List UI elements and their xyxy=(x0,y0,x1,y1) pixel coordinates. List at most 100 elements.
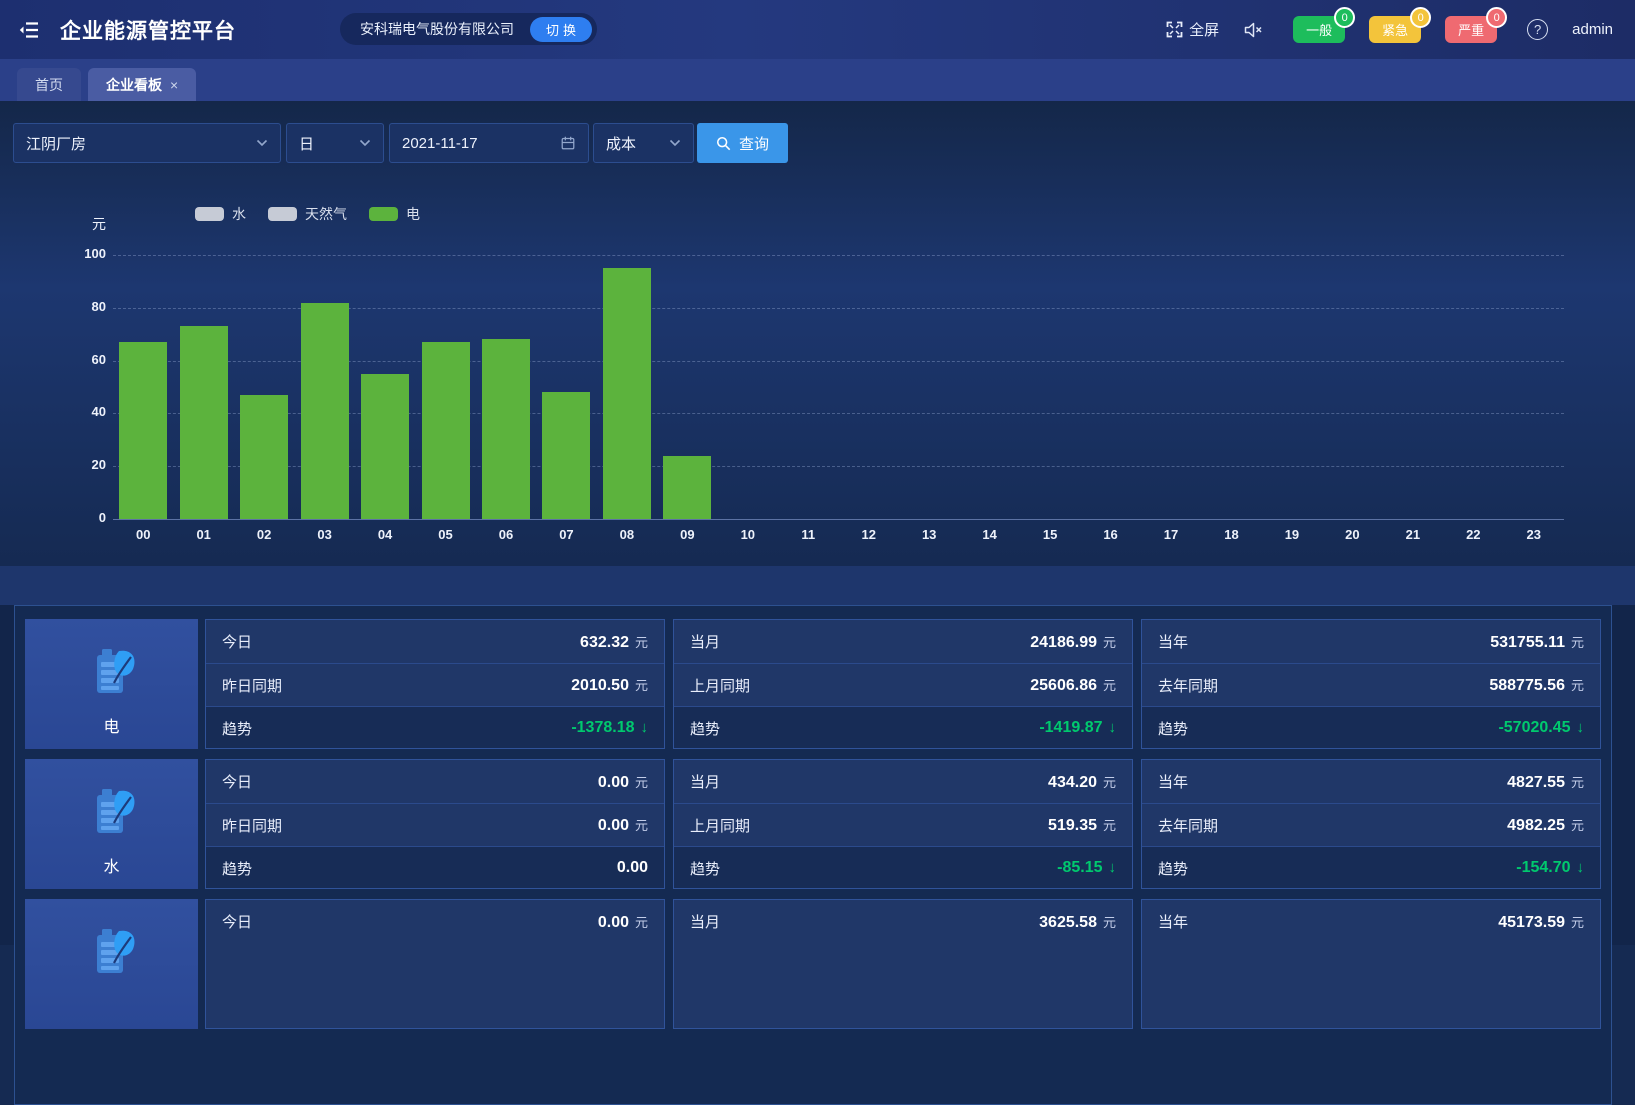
tab-close-icon[interactable]: × xyxy=(170,77,178,93)
metric-select[interactable]: 成本 xyxy=(593,123,694,163)
header-actions: 全屏 一般0 紧急0 严重0 ? admin xyxy=(1166,0,1613,59)
x-tick-label: 04 xyxy=(355,527,415,542)
energy-summary-panel: 电今日632.32元昨日同期2010.50元趋势-1378.18↓当月24186… xyxy=(14,605,1612,1105)
chart-legend: 水 天然气 电 xyxy=(195,204,420,224)
energy-block-电: 电今日632.32元昨日同期2010.50元趋势-1378.18↓当月24186… xyxy=(25,619,1601,749)
fullscreen-label: 全屏 xyxy=(1189,19,1219,40)
row-value: 24186.99 xyxy=(1030,634,1097,652)
row-label: 当年 xyxy=(1158,911,1188,932)
bar-05[interactable] xyxy=(422,342,470,519)
unit-label: 元 xyxy=(1103,912,1116,931)
y-tick-label: 40 xyxy=(46,404,106,419)
collapse-menu-icon[interactable] xyxy=(14,15,44,45)
row-label: 当月 xyxy=(690,631,720,652)
bar-07[interactable] xyxy=(542,392,590,519)
energy-card-水[interactable]: 水 xyxy=(25,759,198,889)
table-row: 去年同期588775.56元 xyxy=(1142,663,1600,706)
legend-item-电[interactable]: 电 xyxy=(369,204,420,224)
alarm-button-0[interactable]: 一般0 xyxy=(1293,16,1345,43)
table-row: 上月同期25606.86元 xyxy=(674,663,1132,706)
unit-label: 元 xyxy=(635,632,648,651)
energy-columns: 今日0.00元昨日同期0.00元趋势0.00当月434.20元上月同期519.3… xyxy=(205,759,1601,889)
legend-item-水[interactable]: 水 xyxy=(195,204,246,224)
query-button[interactable]: 查询 xyxy=(697,123,788,163)
bar-04[interactable] xyxy=(361,374,409,519)
row-value: -1378.18 xyxy=(571,719,634,737)
app-header: 企业能源管控平台 安科瑞电气股份有限公司 切换 全屏 一般0紧急0严重0 ? a… xyxy=(0,0,1635,59)
row-value: 0.00 xyxy=(598,914,629,932)
row-label: 今日 xyxy=(222,911,252,932)
switch-company-button[interactable]: 切换 xyxy=(530,17,592,42)
table-row: 去年同期4982.25元 xyxy=(1142,803,1600,846)
company-selector: 安科瑞电气股份有限公司 切换 xyxy=(340,13,597,45)
x-tick-label: 11 xyxy=(778,527,838,542)
fullscreen-button[interactable]: 全屏 xyxy=(1166,19,1219,40)
table-row: 上月同期519.35元 xyxy=(674,803,1132,846)
tab-enterprise-board[interactable]: 企业看板 × xyxy=(88,68,196,101)
row-label: 趋势 xyxy=(222,858,252,879)
x-tick-label: 05 xyxy=(415,527,475,542)
x-tick-label: 06 xyxy=(476,527,536,542)
help-icon[interactable]: ? xyxy=(1527,19,1548,40)
bar-00[interactable] xyxy=(119,342,167,519)
bar-08[interactable] xyxy=(603,268,651,519)
row-label: 趋势 xyxy=(690,718,720,739)
row-value: 434.20 xyxy=(1048,774,1097,792)
legend-label: 水 xyxy=(232,204,246,224)
row-label: 趋势 xyxy=(1158,718,1188,739)
legend-swatch xyxy=(268,207,297,221)
row-value: 45173.59 xyxy=(1498,914,1565,932)
energy-column: 当年531755.11元去年同期588775.56元趋势-57020.45↓ xyxy=(1141,619,1601,749)
table-row: 趋势-1419.87↓ xyxy=(674,706,1132,749)
table-row: 当年45173.59元 xyxy=(1142,900,1600,943)
bar-09[interactable] xyxy=(663,456,711,519)
tab-home[interactable]: 首页 xyxy=(17,68,81,101)
legend-item-天然气[interactable]: 天然气 xyxy=(268,204,347,224)
row-value: 3625.58 xyxy=(1039,914,1097,932)
x-axis-line xyxy=(113,519,1564,520)
alarm-button-1[interactable]: 紧急0 xyxy=(1369,16,1421,43)
energy-card-label: 电 xyxy=(103,713,119,737)
period-select[interactable]: 日 xyxy=(286,123,384,163)
x-tick-label: 20 xyxy=(1322,527,1382,542)
bar-03[interactable] xyxy=(301,303,349,519)
energy-column: 当年45173.59元 xyxy=(1141,899,1601,1029)
table-row: 今日0.00元 xyxy=(206,760,664,803)
x-tick-label: 00 xyxy=(113,527,173,542)
row-label: 当月 xyxy=(690,911,720,932)
unit-label: 元 xyxy=(1103,815,1116,834)
site-select[interactable]: 江阴厂房 xyxy=(13,123,281,163)
row-value: 4982.25 xyxy=(1507,817,1565,835)
table-row: 昨日同期2010.50元 xyxy=(206,663,664,706)
unit-label: 元 xyxy=(635,815,648,834)
alarm-label: 严重 xyxy=(1458,20,1484,39)
legend-swatch xyxy=(195,207,224,221)
fullscreen-icon xyxy=(1166,21,1183,38)
alarm-button-2[interactable]: 严重0 xyxy=(1445,16,1497,43)
row-label: 上月同期 xyxy=(690,675,750,696)
bar-02[interactable] xyxy=(240,395,288,519)
mute-toggle[interactable] xyxy=(1243,21,1263,39)
y-tick-label: 20 xyxy=(46,457,106,472)
table-row: 当月434.20元 xyxy=(674,760,1132,803)
y-tick-label: 60 xyxy=(46,352,106,367)
y-tick-label: 100 xyxy=(46,246,106,261)
battery-leaf-icon xyxy=(81,923,143,981)
row-label: 今日 xyxy=(222,631,252,652)
bar-06[interactable] xyxy=(482,339,530,519)
x-tick-label: 21 xyxy=(1383,527,1443,542)
energy-card-2[interactable] xyxy=(25,899,198,1029)
row-value: 632.32 xyxy=(580,634,629,652)
y-axis-unit-label: 元 xyxy=(46,214,106,234)
x-tick-label: 10 xyxy=(718,527,778,542)
bar-01[interactable] xyxy=(180,326,228,519)
table-row: 当月24186.99元 xyxy=(674,620,1132,663)
energy-column: 今日0.00元 xyxy=(205,899,665,1029)
x-tick-label: 03 xyxy=(294,527,354,542)
chevron-down-icon xyxy=(256,139,268,147)
x-tick-label: 09 xyxy=(657,527,717,542)
date-picker[interactable]: 2021-11-17 xyxy=(389,123,589,163)
user-menu[interactable]: admin xyxy=(1572,21,1613,38)
energy-card-电[interactable]: 电 xyxy=(25,619,198,749)
energy-columns: 今日0.00元当月3625.58元当年45173.59元 xyxy=(205,899,1601,1029)
